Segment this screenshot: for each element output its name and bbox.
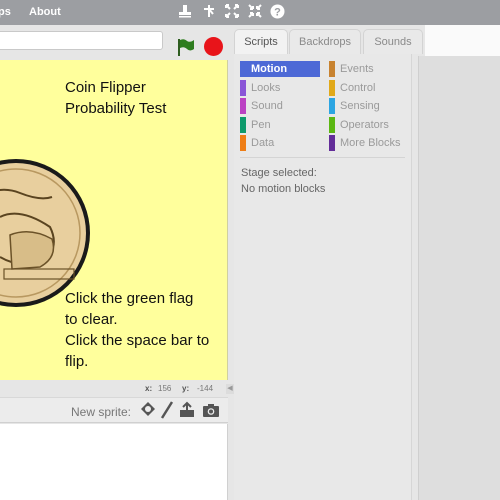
stage-instructions: Click the green flag to clear. Click the…	[65, 288, 209, 372]
category-color-swatch	[329, 117, 335, 133]
category-label: Pen	[251, 119, 271, 131]
shrink-icon[interactable]	[247, 4, 263, 20]
category-label: Operators	[340, 119, 389, 131]
category-label: Motion	[251, 63, 288, 75]
scripts-area[interactable]	[418, 56, 500, 500]
category-more-blocks[interactable]: More Blocks	[329, 135, 409, 151]
tab-backdrops[interactable]: Backdrops	[289, 29, 361, 54]
category-pen[interactable]: Pen	[240, 117, 320, 133]
y-value: -144	[197, 384, 214, 393]
category-label: Control	[340, 82, 376, 94]
category-color-swatch	[329, 135, 335, 151]
upload-sprite-icon[interactable]	[178, 401, 194, 419]
stage[interactable]: Coin Flipper Probability Test Click the …	[0, 60, 228, 380]
stage-header	[0, 25, 232, 60]
x-label: x:	[145, 384, 153, 393]
paint-new-sprite-icon[interactable]	[159, 401, 175, 419]
category-control[interactable]: Control	[329, 80, 409, 96]
category-color-swatch	[240, 80, 246, 96]
category-label: Sensing	[340, 100, 380, 112]
stage-selected-label: Stage selected:	[241, 167, 317, 179]
grow-icon[interactable]	[224, 4, 240, 20]
category-color-swatch	[240, 98, 246, 114]
no-blocks-message: No motion blocks	[241, 183, 326, 195]
x-value: 156	[158, 384, 172, 393]
category-label: Data	[251, 137, 275, 149]
stop-button[interactable]	[204, 37, 223, 56]
category-motion[interactable]: Motion	[240, 61, 320, 77]
coin-sprite[interactable]	[0, 157, 92, 309]
category-data[interactable]: Data	[240, 135, 320, 151]
camera-icon[interactable]	[202, 401, 219, 419]
stage-title: Coin Flipper Probability Test	[65, 77, 166, 119]
tab-strip-background	[425, 25, 500, 56]
duplicate-icon[interactable]	[177, 4, 193, 20]
new-sprite-bar: New sprite:	[0, 397, 228, 423]
category-color-swatch	[329, 98, 335, 114]
category-events[interactable]: Events	[329, 61, 409, 77]
choose-sprite-from-library-icon[interactable]	[140, 401, 156, 419]
category-sensing[interactable]: Sensing	[329, 98, 409, 114]
category-sound[interactable]: Sound	[240, 98, 320, 114]
y-label: y:	[182, 384, 190, 393]
category-label: Sound	[251, 100, 283, 112]
instruction-line: flip.	[65, 353, 89, 370]
menu-bar: ps About ?	[0, 0, 500, 25]
svg-text:?: ?	[274, 7, 281, 19]
tab-sounds[interactable]: Sounds	[363, 29, 423, 54]
category-color-swatch	[240, 117, 246, 133]
stage-title-line: Probability Test	[65, 100, 167, 117]
cut-icon[interactable]	[201, 4, 217, 20]
palette-divider	[240, 157, 405, 158]
mouse-coordinates: x: 156 y: -144	[0, 380, 228, 396]
instruction-line: to clear.	[65, 311, 118, 328]
menu-item-about[interactable]: About	[29, 6, 61, 18]
category-color-swatch	[240, 135, 246, 151]
category-looks[interactable]: Looks	[240, 80, 320, 96]
category-label: Looks	[251, 82, 281, 94]
menu-item-tips[interactable]: ps	[0, 6, 11, 18]
category-operators[interactable]: Operators	[329, 117, 409, 133]
category-color-swatch	[329, 80, 335, 96]
collapse-stage-button[interactable]: ◀	[226, 384, 234, 394]
new-sprite-label: New sprite:	[71, 405, 132, 419]
tab-scripts[interactable]: Scripts	[234, 29, 288, 55]
instruction-line: Click the space bar to	[65, 332, 210, 349]
instruction-line: Click the green flag	[65, 290, 194, 307]
sprite-list-pane[interactable]	[0, 424, 228, 500]
category-label: Events	[340, 63, 374, 75]
category-label: More Blocks	[340, 137, 401, 149]
stage-title-line: Coin Flipper	[65, 79, 146, 96]
project-title-input[interactable]	[0, 31, 163, 50]
category-color-swatch	[329, 61, 335, 77]
green-flag-icon[interactable]	[176, 37, 196, 62]
help-icon[interactable]: ?	[269, 4, 285, 20]
